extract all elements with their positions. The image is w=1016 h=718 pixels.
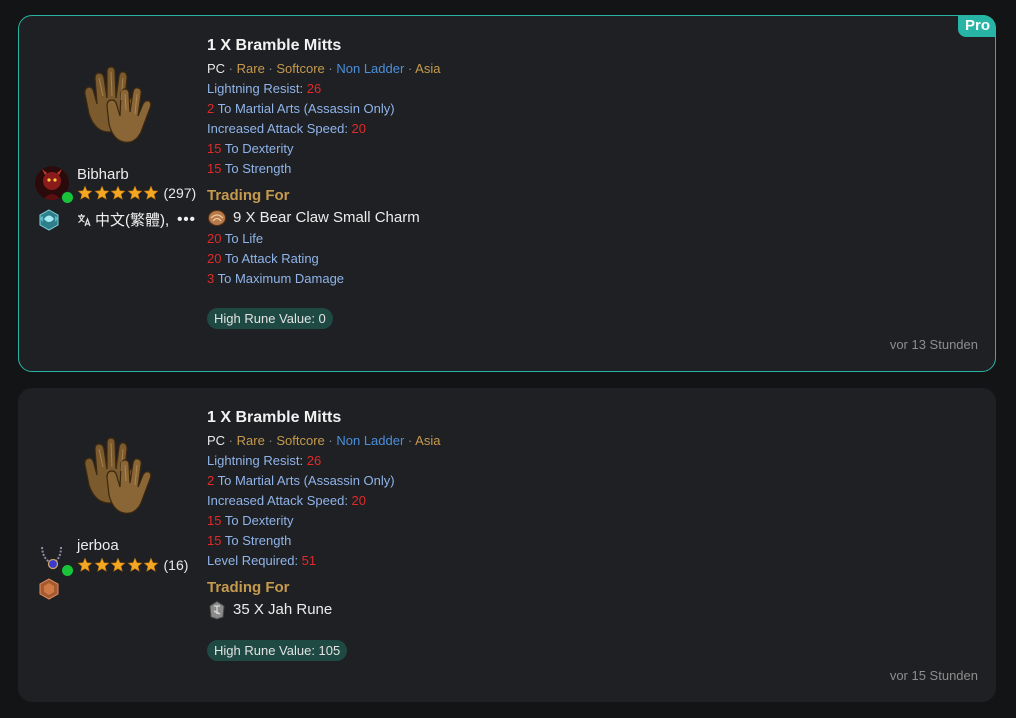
more-languages-button[interactable]: ••• bbox=[177, 211, 196, 228]
teal-rank-badge-icon bbox=[39, 209, 59, 231]
region-label: Asia bbox=[415, 433, 441, 448]
trade-item[interactable]: 9 X Bear Claw Small Charm bbox=[207, 207, 440, 229]
item-meta: PC · Rare · Softcore · Non Ladder · Asia bbox=[207, 431, 440, 451]
listing-card[interactable]: Pro Bibharb (297) 中文(繁體), ••• 1 X Brambl… bbox=[18, 15, 996, 372]
online-indicator bbox=[61, 191, 74, 204]
pro-badge: Pro bbox=[957, 15, 996, 37]
rune-value-badge: High Rune Value: 105 bbox=[207, 640, 348, 661]
item-stat: 2 To Martial Arts (Assassin Only) bbox=[207, 473, 395, 488]
seller-rating: (16) bbox=[77, 557, 188, 573]
item-title[interactable]: 1 X Bramble Mitts bbox=[207, 36, 440, 59]
item-stat: 15 To Strength bbox=[207, 161, 292, 176]
rarity-label: Rare bbox=[236, 433, 265, 448]
online-indicator bbox=[61, 564, 74, 577]
item-stat: 15 To Dexterity bbox=[207, 513, 294, 528]
region-label: Asia bbox=[415, 61, 441, 76]
trade-stat: 20 To Attack Rating bbox=[207, 251, 319, 266]
seller-languages: 中文(繁體), ••• bbox=[77, 209, 196, 230]
ladder-label: Non Ladder bbox=[336, 61, 405, 76]
meta-separator: · bbox=[264, 433, 277, 448]
trading-for-heading: Trading For bbox=[207, 187, 290, 204]
item-stat: Lightning Resist: 26 bbox=[207, 453, 322, 468]
seller-name[interactable]: Bibharb bbox=[77, 166, 129, 183]
star-icon bbox=[127, 557, 143, 573]
trade-stat: 3 To Maximum Damage bbox=[207, 271, 345, 286]
bramble-mitts-icon[interactable] bbox=[69, 54, 161, 146]
bronze-rank-badge-icon bbox=[39, 578, 59, 600]
bramble-mitts-icon[interactable] bbox=[69, 425, 161, 517]
item-stat: Increased Attack Speed: 20 bbox=[207, 493, 367, 508]
seller-rating: (297) bbox=[77, 185, 196, 201]
mode-label: Softcore bbox=[276, 433, 325, 448]
platform-label: PC bbox=[207, 433, 226, 448]
star-icon bbox=[77, 557, 93, 573]
jah-rune-icon bbox=[209, 600, 225, 620]
star-icon bbox=[143, 185, 159, 201]
trade-item[interactable]: 35 X Jah Rune bbox=[207, 599, 440, 621]
listing-time: vor 15 Stunden bbox=[889, 668, 978, 683]
meta-separator: · bbox=[264, 61, 277, 76]
listing-details: 1 X Bramble Mitts PC · Rare · Softcore ·… bbox=[207, 36, 440, 329]
item-stat: Increased Attack Speed: 20 bbox=[207, 121, 367, 136]
star-icon bbox=[110, 185, 126, 201]
meta-separator: · bbox=[225, 61, 237, 76]
star-icon bbox=[127, 185, 143, 201]
translate-icon bbox=[78, 213, 91, 226]
item-title[interactable]: 1 X Bramble Mitts bbox=[207, 408, 440, 431]
mode-label: Softcore bbox=[276, 61, 325, 76]
trade-stat: 20 To Life bbox=[207, 231, 264, 246]
rating-count: (16) bbox=[163, 557, 189, 573]
meta-separator: · bbox=[225, 433, 237, 448]
item-stat: 15 To Strength bbox=[207, 533, 292, 548]
trading-for-heading: Trading For bbox=[207, 579, 290, 596]
ladder-label: Non Ladder bbox=[336, 433, 405, 448]
rune-value-badge: High Rune Value: 0 bbox=[207, 308, 333, 329]
platform-label: PC bbox=[207, 61, 226, 76]
listing-time: vor 13 Stunden bbox=[889, 337, 978, 352]
trade-item-label: 35 X Jah Rune bbox=[233, 601, 333, 618]
item-stat: 15 To Dexterity bbox=[207, 141, 294, 156]
trade-item-label: 9 X Bear Claw Small Charm bbox=[233, 209, 420, 226]
star-icon bbox=[110, 557, 126, 573]
item-meta: PC · Rare · Softcore · Non Ladder · Asia bbox=[207, 59, 440, 79]
item-stat: 2 To Martial Arts (Assassin Only) bbox=[207, 101, 395, 116]
star-icon bbox=[143, 557, 159, 573]
small-charm-icon bbox=[208, 210, 226, 226]
listing-card[interactable]: jerboa (16) 1 X Bramble Mitts PC · Rare … bbox=[18, 388, 996, 702]
meta-separator: · bbox=[404, 433, 416, 448]
rarity-label: Rare bbox=[236, 61, 265, 76]
listing-details: 1 X Bramble Mitts PC · Rare · Softcore ·… bbox=[207, 408, 440, 661]
meta-separator: · bbox=[404, 61, 416, 76]
star-icon bbox=[94, 185, 110, 201]
meta-separator: · bbox=[324, 61, 337, 76]
item-stat: Level Required: 51 bbox=[207, 553, 317, 568]
meta-separator: · bbox=[324, 433, 337, 448]
item-stat: Lightning Resist: 26 bbox=[207, 81, 322, 96]
star-icon bbox=[94, 557, 110, 573]
language-label: 中文(繁體), bbox=[95, 212, 170, 229]
rating-count: (297) bbox=[163, 185, 197, 201]
star-icon bbox=[77, 185, 93, 201]
seller-name[interactable]: jerboa bbox=[77, 537, 119, 554]
